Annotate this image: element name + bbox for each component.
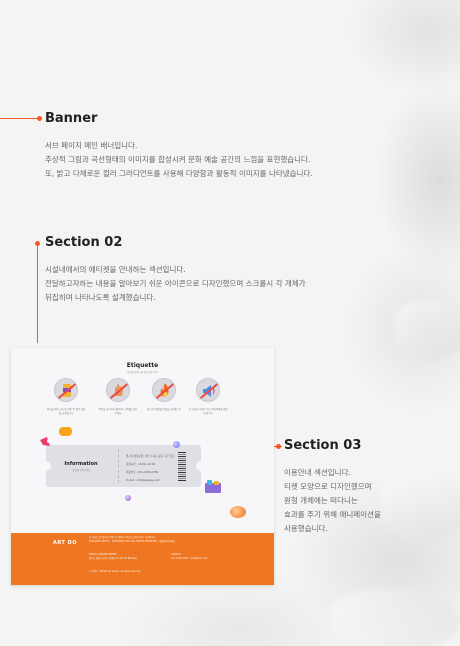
etiquette-title: Etiquette: [126, 362, 159, 369]
icon-caption: 음식물 반입 금지 및 관람 중 음료 섭취를 금지합니다: [46, 408, 86, 415]
banner-line: [0, 118, 40, 119]
section02-line: [37, 243, 38, 343]
no-touch-icon: [106, 378, 130, 402]
purple-sphere: [125, 495, 131, 501]
barcode-icon: [178, 451, 186, 481]
footer-contact: CONTACT 031-2345-6789 · info@artdo.com: [171, 553, 208, 560]
banner-title: Banner: [45, 111, 98, 126]
icon-caption: 작품을 만지거나 훼손하는 행위를 삼가 주세요: [98, 408, 138, 415]
no-drinks-icon: [54, 378, 78, 402]
section03-desc: 이용안내 섹션입니다. 티켓 모양으로 디자인했으며 원형 개체에는 떠다니는 …: [284, 468, 381, 533]
icon-caption: 큰 소리나 소음은 다른 관람객에게 방해가 됩니다: [188, 408, 228, 415]
banner-desc: 서브 페이지 메인 배너입니다. 추상적 그림과 곡선형태의 이미지를 합성시켜…: [45, 141, 313, 178]
gift-box-icon: [203, 478, 225, 494]
orange-blob: [230, 506, 246, 518]
section03-title: Section 03: [284, 438, 362, 453]
no-noise-icon: [196, 378, 220, 402]
section02-dot: [35, 241, 40, 246]
icon-caption: 화기 및 위험물 반입을 금지합니다: [147, 408, 181, 411]
mockup-footer: ART DO 본 사이트 포트폴리오 목적으로 제작된 사이트로 실제 기관과 …: [11, 533, 274, 585]
fabric-fold: [395, 300, 460, 360]
speech-bubble-icon: [59, 427, 72, 436]
banner-dot: [37, 116, 42, 121]
footer-copyright: © 2023 · ARTDO Art Center. All rights re…: [89, 570, 142, 573]
blue-sphere: [173, 441, 180, 448]
section03-dot: [276, 444, 281, 449]
fabric-fold: [380, 470, 460, 540]
etiquette-subtitle: 공연장 관람 에티켓 안내 Tips: [126, 371, 159, 374]
footer-address: ARTDO CULTURE CENTER 경기도 성남시 분당구 미래로 12,…: [89, 553, 137, 560]
information-ticket: Information 공연장 이용 안내 월~일 정상운영, 기본 11층, …: [41, 445, 206, 487]
footer-notice: 본 사이트 포트폴리오 목적으로 제작된 사이트로 실제 기관과 무관합니다. …: [89, 536, 175, 543]
footer-logo: ART DO: [53, 540, 78, 546]
ticket-info: 월~일 정상운영, 기본 11층, 공휴, 휴무 참조 운영시간 : 10:00…: [126, 455, 175, 482]
ticket-label-sub: 공연장 이용 안내: [72, 468, 90, 472]
ticket-label: Information: [64, 460, 98, 467]
section02-title: Section 02: [45, 235, 123, 250]
section02-desc: 시설내에서의 에티켓을 안내하는 섹션입니다. 전달하고자하는 내용을 알아보기…: [45, 265, 306, 302]
no-fire-icon: [152, 378, 176, 402]
etiquette-section: Etiquette 공연장 관람 에티켓 안내 Tips 음식물 반입 금지 및…: [11, 348, 274, 533]
megaphone-icon: [38, 434, 56, 448]
page-mockup: Etiquette 공연장 관람 에티켓 안내 Tips 음식물 반입 금지 및…: [11, 348, 274, 585]
